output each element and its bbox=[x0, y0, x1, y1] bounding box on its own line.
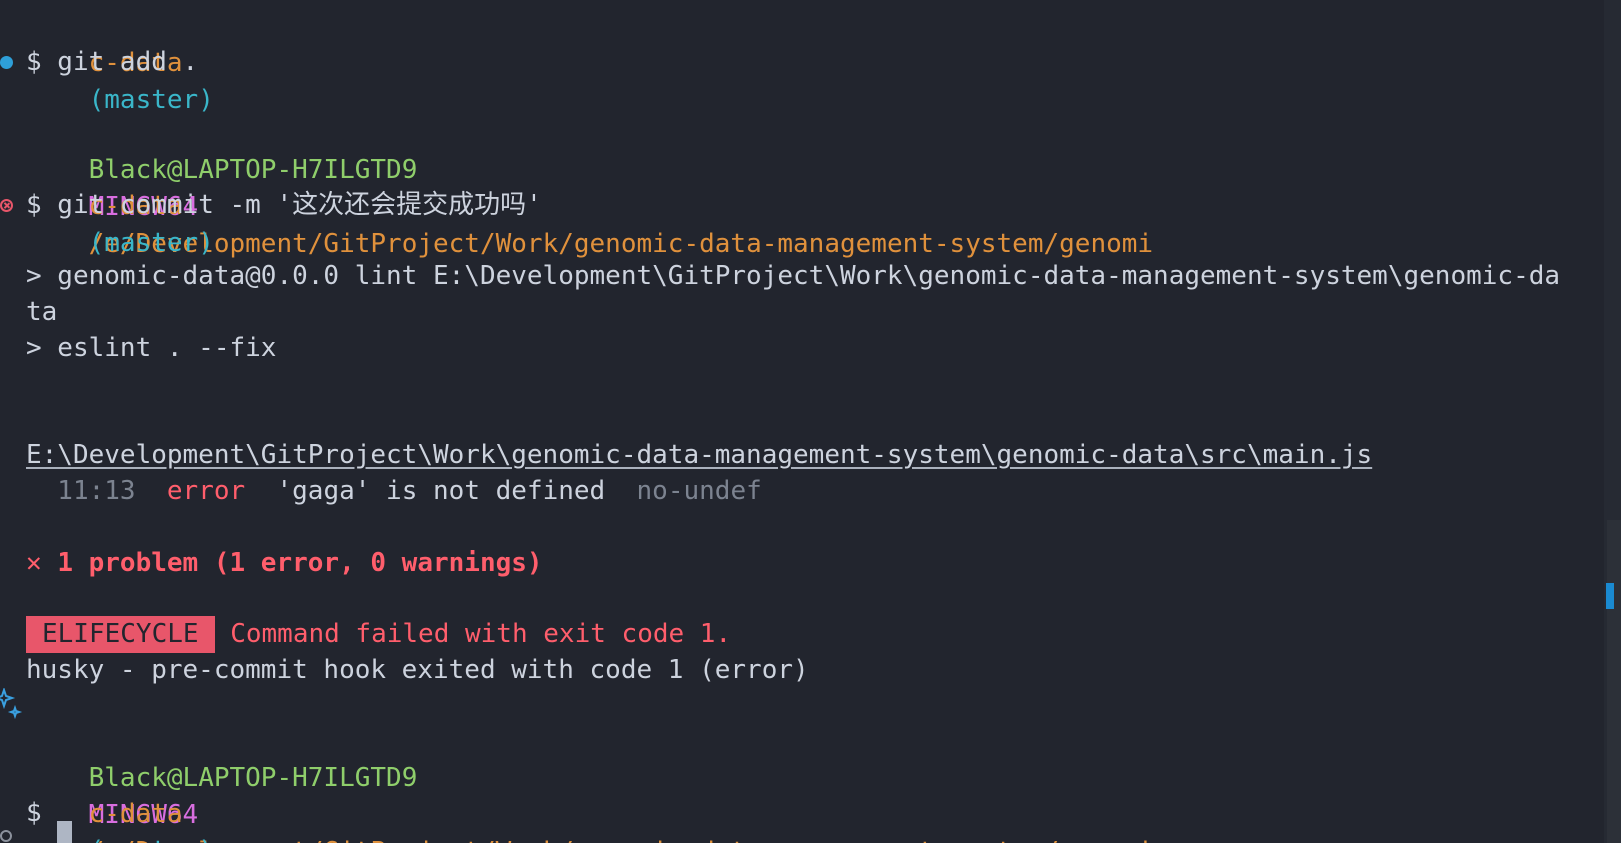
eslint-error-row: 11:13 error 'gaga' is not defined no-und… bbox=[26, 473, 762, 510]
error-rule: no-undef bbox=[636, 476, 762, 506]
prompt-branch: (master) bbox=[89, 836, 214, 843]
prompt-wrap-line: c-data (master) bbox=[26, 151, 214, 258]
cross-icon: ✕ bbox=[26, 548, 42, 578]
prompt-wrap-line: c-data (master) bbox=[26, 8, 214, 115]
prompt-branch: (master) bbox=[88, 85, 214, 115]
command-text: git add . bbox=[41, 47, 199, 77]
problem-summary-text: 1 problem (1 error, 0 warnings) bbox=[57, 548, 543, 578]
command-error-icon[interactable] bbox=[0, 199, 13, 212]
text-cursor bbox=[57, 821, 72, 843]
prompt-path: /e/Development/GitProject/Work/genomic-d… bbox=[89, 837, 1153, 843]
npm-script-line-wrap: ta bbox=[26, 297, 58, 327]
terminal-window[interactable]: c-data (master) $ git add . Black@LAPTOP… bbox=[0, 0, 1621, 843]
sparkle-icon[interactable] bbox=[0, 686, 24, 720]
command-pending-icon[interactable] bbox=[0, 830, 12, 842]
npm-eslint-line: > eslint . --fix bbox=[26, 333, 277, 363]
command-success-icon[interactable] bbox=[0, 56, 13, 69]
prompt-line: Black@LAPTOP-H7ILGTD9 MINGW64 /e/Develop… bbox=[26, 115, 1153, 259]
elifecycle-badge: ELIFECYCLE bbox=[26, 616, 215, 653]
command-failed-text: Command failed with exit code 1. bbox=[230, 619, 732, 649]
prompt-symbol: $ bbox=[26, 190, 42, 220]
command-line-commit: $ git commit -m '这次还会提交成功吗' bbox=[26, 187, 542, 224]
error-position: 11:13 bbox=[26, 476, 136, 506]
command-text: git commit -m '这次还会提交成功吗' bbox=[41, 190, 542, 220]
eslint-file-link[interactable]: E:\Development\GitProject\Work\genomic-d… bbox=[26, 437, 1372, 474]
npm-script-line: > genomic-data@0.0.0 lint E:\Development… bbox=[26, 261, 1561, 291]
elifecycle-line: ELIFECYCLE Command failed with exit code… bbox=[26, 616, 731, 653]
prompt-path-tail: c-data bbox=[88, 799, 183, 829]
prompt-path: /e/Development/GitProject/Work/genomic-d… bbox=[88, 229, 1154, 259]
prompt-symbol: $ bbox=[26, 798, 42, 828]
command-line-current[interactable]: $ bbox=[26, 795, 42, 832]
husky-line: husky - pre-commit hook exited with code… bbox=[26, 655, 809, 685]
error-message: 'gaga' is not defined bbox=[276, 476, 606, 506]
prompt-line: Black@LAPTOP-H7ILGTD9 MINGW64 /e/Develop… bbox=[26, 723, 1153, 843]
problem-summary: ✕ 1 problem (1 error, 0 warnings) bbox=[26, 545, 543, 582]
scrollbar-thumb[interactable] bbox=[1607, 520, 1621, 843]
command-line-add: $ git add . bbox=[26, 44, 198, 81]
prompt-wrap-line: c-data (master) bbox=[26, 759, 214, 843]
error-label: error bbox=[166, 476, 246, 506]
prompt-branch: (master) bbox=[88, 228, 214, 258]
prompt-symbol: $ bbox=[26, 47, 42, 77]
scrollbar-marker bbox=[1606, 583, 1614, 609]
